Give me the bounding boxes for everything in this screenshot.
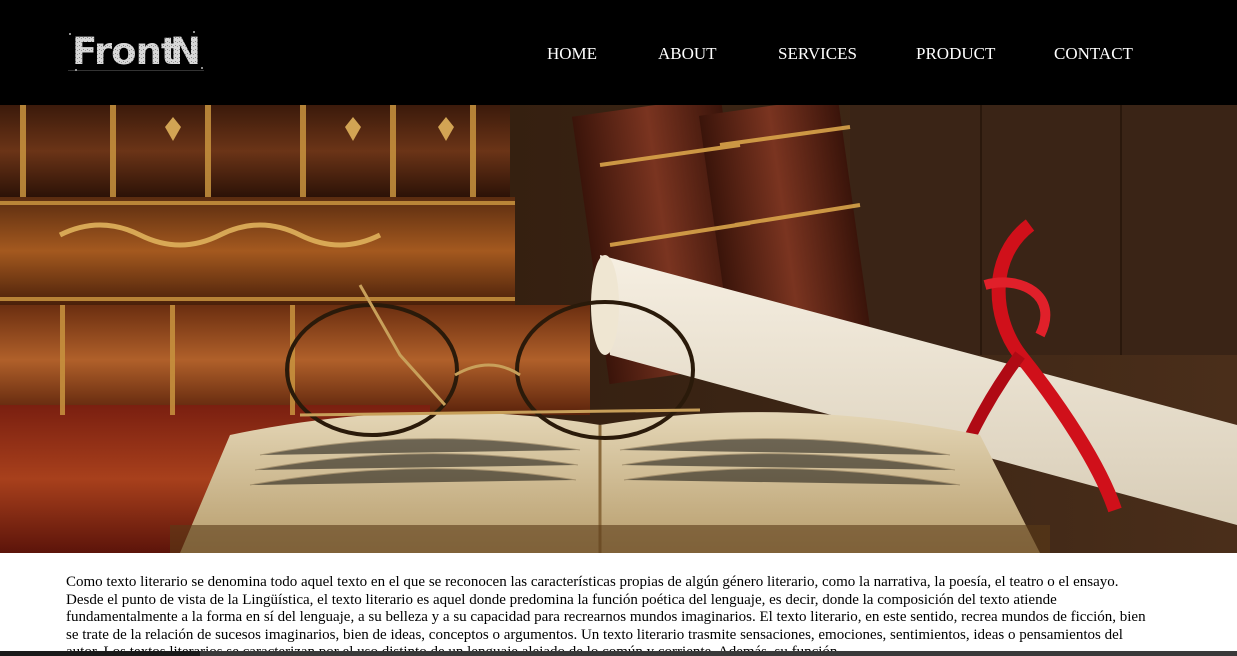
article-text: Como texto literario se denomina todo aq…	[66, 574, 1146, 656]
nav-contact[interactable]: CONTACT	[1054, 44, 1133, 64]
nav-services[interactable]: SERVICES	[778, 44, 857, 64]
site-header: Front N HOME ABOUT SERVICES PRODUCT CONT…	[0, 0, 1237, 105]
nav-product[interactable]: PRODUCT	[916, 44, 995, 64]
nav-about[interactable]: ABOUT	[658, 44, 717, 64]
hero-image	[0, 105, 1237, 553]
main-nav: HOME ABOUT SERVICES PRODUCT CONTACT	[0, 44, 1237, 66]
nav-home[interactable]: HOME	[547, 44, 597, 64]
horizontal-scrollbar[interactable]	[0, 651, 1237, 656]
books-glasses-illustration	[0, 105, 1237, 553]
scrollbar-thumb[interactable]	[200, 651, 1237, 656]
